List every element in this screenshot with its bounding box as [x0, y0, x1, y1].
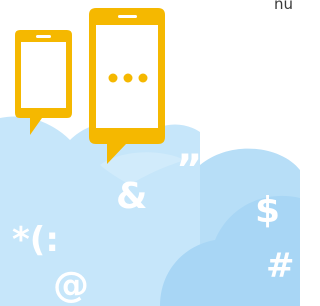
quote-symbol: ”	[176, 147, 202, 193]
large-phone-icon	[89, 8, 165, 164]
dot-icon	[108, 73, 118, 83]
at-symbol: @	[53, 265, 89, 306]
ampersand-symbol: &	[116, 176, 147, 217]
asterisk-paren-colon-symbol: *(:	[12, 220, 59, 260]
dot-icon	[123, 73, 133, 83]
hash-symbol: #	[266, 246, 295, 286]
corner-text: nu	[274, 0, 293, 13]
dot-icon	[138, 73, 148, 83]
dollar-symbol: $	[255, 190, 280, 231]
illustration-canvas: nu ” & *(: @ $ #	[0, 0, 300, 306]
